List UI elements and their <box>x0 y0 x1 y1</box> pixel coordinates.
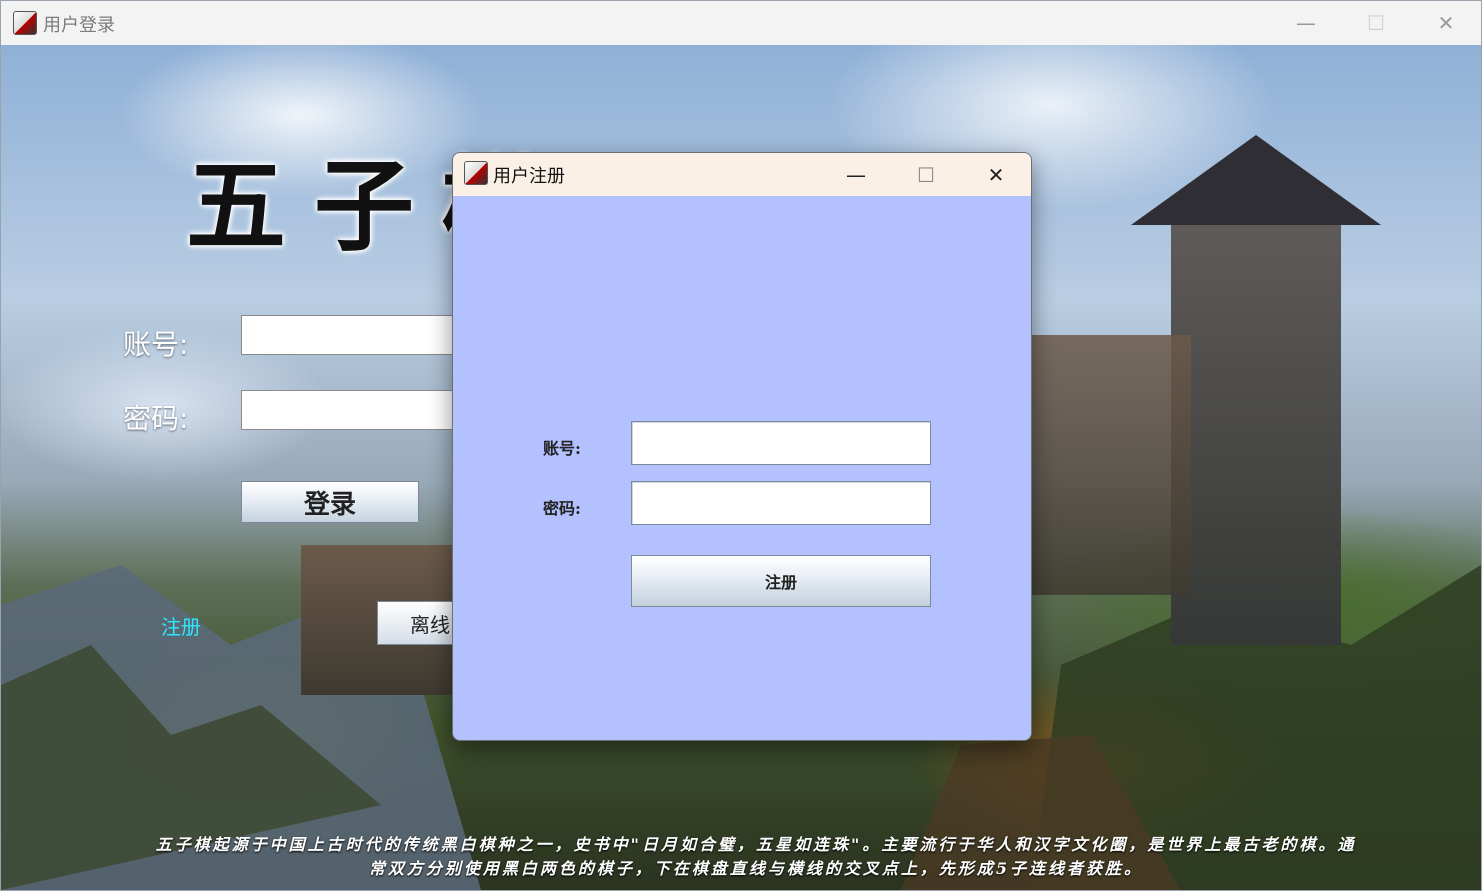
register-dialog-title: 用户注册 <box>493 166 565 187</box>
castle-wall-right <box>1031 335 1191 595</box>
register-dialog-titlebar[interactable]: 用户注册 — ☐ ✕ <box>453 153 1031 196</box>
dialog-account-input[interactable] <box>631 421 931 465</box>
game-intro-text: 五子棋起源于中国上古时代的传统黑白棋种之一，史书中"日月如合璧，五星如连珠"。主… <box>155 835 1357 878</box>
account-label: 账号: <box>123 328 189 361</box>
close-button[interactable]: ✕ <box>1411 1 1481 45</box>
app-icon <box>13 11 37 35</box>
register-link[interactable]: 注册 <box>161 611 201 640</box>
dialog-minimize-button[interactable]: — <box>821 153 891 196</box>
dialog-account-label: 账号: <box>543 439 581 458</box>
password-label: 密码: <box>123 402 189 435</box>
login-window-titlebar[interactable]: 用户登录 — ☐ ✕ <box>1 1 1481 45</box>
dialog-close-button[interactable]: ✕ <box>961 153 1031 196</box>
minimize-button[interactable]: — <box>1271 1 1341 45</box>
dialog-register-button[interactable]: 注册 <box>631 555 931 607</box>
login-button[interactable]: 登录 <box>241 481 419 523</box>
dialog-maximize-button[interactable]: ☐ <box>891 153 961 196</box>
app-icon <box>464 161 488 185</box>
dialog-password-input[interactable] <box>631 481 931 525</box>
pagoda-roof <box>1131 135 1381 225</box>
dialog-password-label: 密码: <box>543 499 581 518</box>
maximize-button[interactable]: ☐ <box>1341 1 1411 45</box>
login-window-title: 用户登录 <box>43 15 115 36</box>
castle-tower <box>1171 225 1341 645</box>
register-dialog: 用户注册 — ☐ ✕ 账号: 密码: 注册 <box>452 152 1032 741</box>
